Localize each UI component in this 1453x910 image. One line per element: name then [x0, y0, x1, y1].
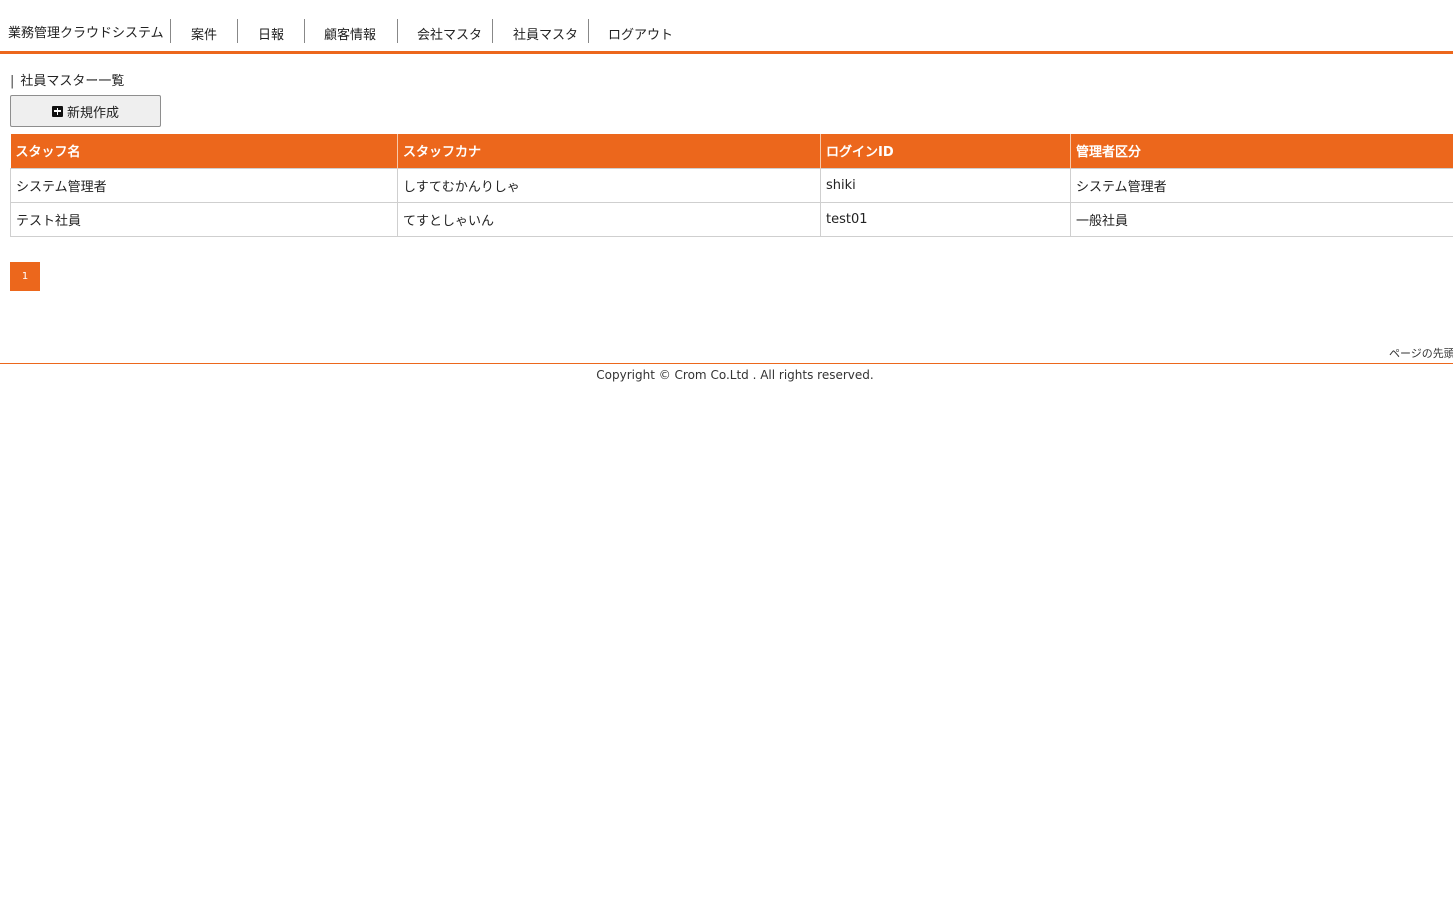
nav-separator [170, 19, 171, 43]
column-header-staff-kana: スタッフカナ [397, 134, 821, 168]
new-button[interactable]: 新規作成 [10, 95, 161, 127]
pagination-page-1[interactable]: 1 [10, 262, 40, 291]
copyright-text: Copyright © Crom Co.Ltd . All rights res… [596, 368, 874, 382]
page-title: | 社員マスター一覧 [10, 70, 124, 89]
cell-admin-type: 一般社員 [1070, 201, 1453, 237]
table-row[interactable]: テスト社員 てすとしゃいん test01 一般社員 [10, 201, 1453, 237]
nav-separator [237, 19, 238, 43]
nav-separator [397, 19, 398, 43]
new-button-label: 新規作成 [66, 105, 119, 121]
footer-divider [0, 363, 1453, 364]
column-header-login-id: ログインID [820, 134, 1071, 168]
nav-separator [492, 19, 493, 43]
column-header-staff-name: スタッフ名 [10, 134, 398, 168]
nav-item-cases[interactable]: 案件 [191, 24, 217, 43]
nav-item-daily-report[interactable]: 日報 [258, 24, 284, 43]
nav-item-employee-master[interactable]: 社員マスタ [513, 24, 578, 43]
cell-login-id: test01 [820, 201, 1071, 237]
nav-separator [304, 19, 305, 43]
cell-staff-name: テスト社員 [10, 201, 398, 237]
plus-square-icon [51, 105, 63, 117]
cell-login-id: shiki [820, 167, 1071, 203]
nav-item-logout[interactable]: ログアウト [608, 24, 673, 43]
cell-staff-kana: しすてむかんりしゃ [397, 167, 821, 203]
employee-table: スタッフ名 スタッフカナ ログインID 管理者区分 システム管理者 しすてむかん… [10, 134, 1453, 237]
page-title-text: 社員マスター一覧 [20, 74, 125, 89]
table-row[interactable]: システム管理者 しすてむかんりしゃ shiki システム管理者 [10, 167, 1453, 203]
app-title[interactable]: 業務管理クラウドシステム [8, 22, 164, 41]
cell-staff-kana: てすとしゃいん [397, 201, 821, 237]
employee-table-container: スタッフ名 スタッフカナ ログインID 管理者区分 システム管理者 しすてむかん… [10, 134, 1453, 237]
column-header-admin-type: 管理者区分 [1070, 134, 1453, 168]
title-bar: | [10, 74, 15, 89]
page: 業務管理クラウドシステム 案件 日報 顧客情報 会社マスタ 社員マスタ ログアウ… [0, 0, 1453, 910]
top-nav: 業務管理クラウドシステム 案件 日報 顧客情報 会社マスタ 社員マスタ ログアウ… [0, 0, 1453, 54]
back-to-top-link[interactable]: ページの先頭へ [1389, 345, 1453, 361]
table-header-row: スタッフ名 スタッフカナ ログインID 管理者区分 [10, 134, 1453, 168]
nav-separator [588, 19, 589, 43]
cell-admin-type: システム管理者 [1070, 167, 1453, 203]
nav-item-customers[interactable]: 顧客情報 [324, 24, 376, 43]
nav-item-company-master[interactable]: 会社マスタ [417, 24, 482, 43]
cell-staff-name: システム管理者 [10, 167, 398, 203]
